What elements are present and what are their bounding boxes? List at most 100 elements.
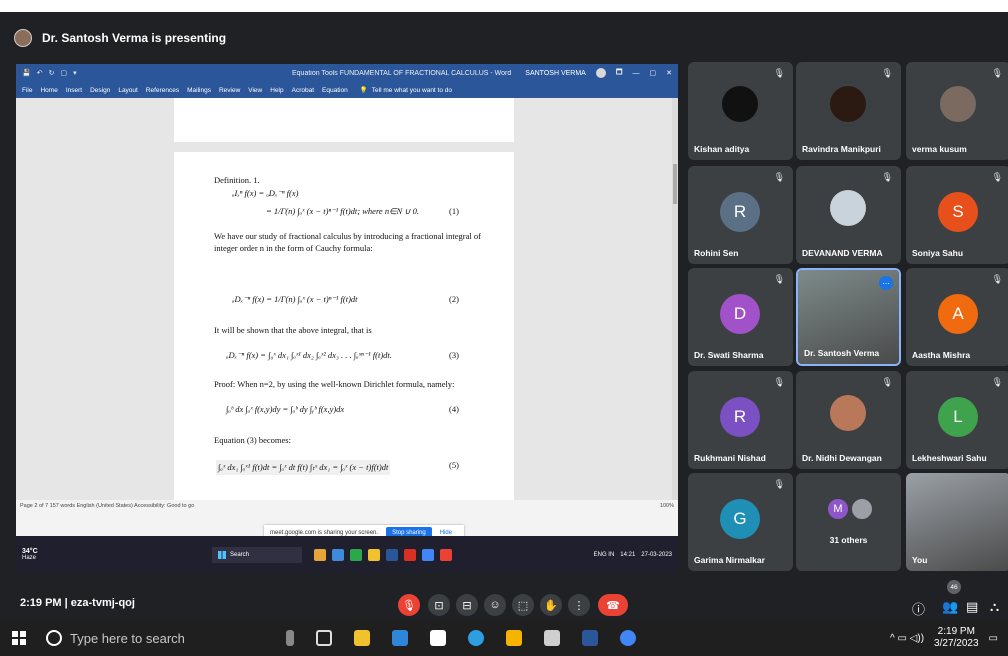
word-app-icon[interactable] [582,630,598,646]
chat-icon[interactable]: ▤ [966,599,978,615]
taskbar-app-icon[interactable] [368,548,380,561]
word-ribbon-tabs: File Home Insert Design Layout Reference… [16,82,678,98]
people-icon[interactable]: 👥 [942,599,958,615]
microphone-icon[interactable] [286,630,294,646]
tray-icons[interactable]: ^ ▭ ◁)) [890,633,924,644]
participant-tile[interactable]: You [906,473,1008,571]
inner-lang[interactable]: ENG IN [594,552,615,558]
participant-tile[interactable]: R 🎙 Rukhmani Nishad [688,371,793,469]
equation-5[interactable]: ∫ₐˣ dx₁ ∫ₐˣ¹ f(t)dt = ∫ₐˣ dt f(t) ∫ₜˣ dx… [216,460,391,475]
participant-photo [830,86,866,122]
taskbar-search[interactable]: Type here to search [46,620,266,656]
tab-file[interactable]: File [22,87,32,94]
presenting-text: Dr. Santosh Verma is presenting [42,31,227,45]
chrome-icon[interactable] [468,630,484,646]
word-app-icon[interactable] [386,548,398,561]
zoom-level[interactable]: 100% [660,503,674,509]
document-page[interactable]: Definition. 1. ₐIₓⁿ f(x) = ₐDₓ⁻ⁿ f(x) = … [174,152,514,512]
reactions-button[interactable]: ☺ [484,594,506,616]
minimize-icon[interactable]: — [633,70,640,77]
store-icon[interactable] [430,630,446,646]
tab-design[interactable]: Design [90,87,110,94]
equation-4: ∫ₐᵇ dx ∫ₐˣ f(x,y)dy = ∫ₐᵇ dy ∫ᵧᵇ f(x,y)d… [226,404,345,414]
participant-name: Aastha Mishra [912,350,971,360]
shared-screen[interactable]: 💾 ↶ ↻ ▢ ▾ Equation Tools FUNDAMENTAL OF … [16,64,678,573]
start-button[interactable] [12,631,26,645]
leave-call-button[interactable]: ☎ [598,594,628,616]
participant-tile[interactable]: R 🎙 Rohini Sen [688,166,793,264]
taskbar-app-icon[interactable] [314,548,326,561]
tab-references[interactable]: References [146,87,179,94]
scrollbar-thumb[interactable] [673,164,677,204]
maximize-icon[interactable]: ▢ [650,69,657,77]
close-icon[interactable]: ✕ [666,69,672,77]
activities-icon[interactable]: ⛬ [990,599,999,615]
taskbar-app-icon[interactable] [440,548,452,561]
customize-icon[interactable]: ▾ [73,69,77,77]
captions-button[interactable]: ⊟ [456,594,478,616]
vertical-scrollbar[interactable] [672,98,678,500]
present-button[interactable]: ⬚ [512,594,534,616]
taskbar-app-icon[interactable] [332,548,344,561]
weather-widget[interactable]: 34°C Haze [22,548,172,561]
raise-hand-button[interactable]: ✋ [540,594,562,616]
cortana-icon [46,630,62,646]
mic-off-icon: 🎙 [773,479,785,489]
participant-name: Lekheshwari Sahu [912,453,987,463]
participant-tile[interactable]: 🎙 verma kusum [906,62,1008,160]
participant-tile[interactable]: 🎙 Ravindra Manikpuri [796,62,901,160]
tab-acrobat[interactable]: Acrobat [292,87,314,94]
redo-icon[interactable]: ↻ [49,69,55,77]
participant-name: Dr. Santosh Verma [804,348,880,358]
camera-button[interactable]: ⊡ [428,594,450,616]
meeting-code: eza-tvmj-qoj [70,597,135,609]
tab-review[interactable]: Review [219,87,240,94]
calculator-icon[interactable] [544,630,560,646]
mic-off-button[interactable]: 🎙 [398,594,420,616]
status-text: Page 2 of 7 157 words English (United St… [20,503,195,509]
notification-icon[interactable]: ▭ [989,633,998,644]
mic-off-icon: 🎙 [773,172,785,182]
inner-search-box[interactable]: Search [212,546,302,563]
sigma-app-icon[interactable] [392,630,408,646]
document-area[interactable]: Definition. 1. ₐIₓⁿ f(x) = ₐDₓ⁻ⁿ f(x) = … [16,98,678,512]
info-icon[interactable]: ⓘ [912,599,925,618]
taskbar-app-icon[interactable] [350,548,362,561]
paint-icon[interactable] [506,630,522,646]
tab-mailings[interactable]: Mailings [187,87,211,94]
mic-off-icon: 🎙 [773,377,785,387]
tab-equation[interactable]: Equation [322,87,348,94]
participant-tile[interactable]: G 🎙 Garima Nirmalkar [688,473,793,571]
tab-home[interactable]: Home [40,87,57,94]
file-explorer-icon[interactable] [354,630,370,646]
word-title-bar: 💾 ↶ ↻ ▢ ▾ Equation Tools FUNDAMENTAL OF … [16,64,678,82]
chrome-icon[interactable] [422,548,434,561]
participant-tile[interactable]: D 🎙 Dr. Swati Sharma [688,268,793,366]
participant-tile[interactable]: 🎙 Dr. Nidhi Dewangan [796,371,901,469]
mic-off-icon: 🎙 [773,274,785,284]
shape-icon[interactable]: ▢ [60,69,67,77]
participant-tile[interactable]: A 🎙 Aastha Mishra [906,268,1008,366]
tab-help[interactable]: Help [270,87,283,94]
participant-tile[interactable]: 🎙 Kishan aditya [688,62,793,160]
tell-me-box[interactable]: 💡 Tell me what you want to do [360,86,452,95]
taskbar-clock[interactable]: 2:19 PM 3/27/2023 [934,626,979,650]
task-view-icon[interactable] [316,630,332,646]
chrome-profile-icon[interactable] [620,630,636,646]
ribbon-display-icon[interactable]: 🗖 [616,68,623,79]
participant-tile[interactable]: S 🎙 Soniya Sahu [906,166,1008,264]
more-options-button[interactable]: ⋮ [568,594,590,616]
participant-tile[interactable]: M 31 others [796,473,901,571]
save-icon[interactable]: 💾 [22,69,31,77]
taskbar-app-icon[interactable] [404,548,416,561]
tab-insert[interactable]: Insert [66,87,82,94]
windows-taskbar: Type here to search ^ ▭ ◁)) 2:19 PM 3/27… [0,620,1008,656]
participant-tile[interactable]: L 🎙 Lekheshwari Sahu [906,371,1008,469]
tab-layout[interactable]: Layout [118,87,138,94]
meet-window: Dr. Santosh Verma is presenting 💾 ↶ ↻ ▢ … [0,12,1008,632]
undo-icon[interactable]: ↶ [37,69,43,77]
participant-tile[interactable]: ⋯ Dr. Santosh Verma [796,268,901,366]
tile-more-icon[interactable]: ⋯ [879,276,893,290]
participant-tile[interactable]: 🎙 DEVANAND VERMA [796,166,901,264]
tab-view[interactable]: View [248,87,262,94]
